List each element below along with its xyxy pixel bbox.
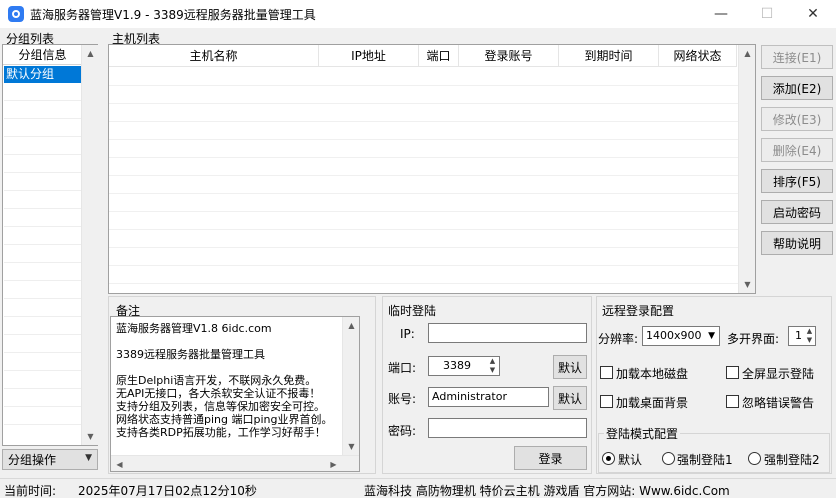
login-button[interactable]: 登录 [514, 446, 587, 470]
ignore-error-checkbox[interactable] [726, 395, 739, 408]
load-bg-checkbox[interactable] [600, 395, 613, 408]
close-button[interactable]: ✕ [790, 0, 836, 28]
mode-force2-label[interactable]: 强制登陆2 [764, 451, 820, 468]
host-table[interactable]: 主机名称 IP地址 端口 登录账号 到期时间 网络状态 ▲ ▼ [108, 44, 756, 294]
multi-window-label: 多开界面: [727, 332, 780, 346]
multi-window-spinner[interactable]: ▲ ▼ [804, 327, 815, 345]
password-label: 密码: [388, 424, 417, 438]
remote-config-label: 远程登录配置 [602, 304, 675, 318]
window-title: 蓝海服务器管理V1.9 - 3389远程服务器批量管理工具 [30, 8, 316, 22]
scroll-down-icon[interactable]: ▼ [82, 428, 99, 445]
boot-password-button[interactable]: 启动密码 [761, 200, 833, 224]
mode-default-radio[interactable] [602, 452, 615, 465]
account-input[interactable]: Administrator [428, 387, 549, 407]
mode-force2-radio[interactable] [748, 452, 761, 465]
scroll-up-icon[interactable]: ▲ [739, 45, 756, 62]
load-bg-label[interactable]: 加载桌面背景 [616, 394, 688, 411]
column-network-status[interactable]: 网络状态 [659, 45, 737, 67]
account-default-button[interactable]: 默认 [553, 386, 587, 410]
mode-default-label[interactable]: 默认 [618, 451, 642, 468]
chevron-down-icon: ▼ [85, 453, 92, 463]
note-line: 支持各类RDP拓展功能，工作学习好帮手！ [116, 426, 326, 439]
port-spinner[interactable]: ▲ ▼ [486, 357, 499, 375]
title-bar: 蓝海服务器管理V1.9 - 3389远程服务器批量管理工具 — ☐ ✕ [0, 0, 836, 28]
port-label: 端口: [388, 361, 417, 375]
resolution-label: 分辨率: [598, 332, 639, 346]
login-mode-label: 登陆模式配置 [604, 425, 681, 442]
fullscreen-checkbox[interactable] [726, 366, 739, 379]
group-list-scrollbar[interactable]: ▲ ▼ [81, 45, 98, 445]
port-default-button[interactable]: 默认 [553, 355, 587, 379]
scroll-down-icon[interactable]: ▼ [739, 276, 756, 293]
note-line: 3389远程服务器批量管理工具 [116, 348, 265, 361]
resolution-value: 1400x900 [646, 329, 702, 342]
notes-hscrollbar[interactable]: ◀ ▶ [111, 455, 359, 471]
column-account[interactable]: 登录账号 [459, 45, 559, 67]
app-logo-icon [8, 6, 24, 22]
ip-label: IP: [400, 327, 415, 341]
password-input[interactable] [428, 418, 587, 438]
current-time-value: 2025年07月17日02点12分10秒 [78, 484, 257, 498]
group-ops-dropdown[interactable]: 分组操作 ▼ [2, 449, 98, 470]
notes-textarea[interactable]: 蓝海服务器管理V1.8 6idc.com 3389远程服务器批量管理工具 原生D… [110, 316, 360, 472]
connect-button[interactable]: 连接(E1) [761, 45, 833, 69]
add-button[interactable]: 添加(E2) [761, 76, 833, 100]
column-host-name[interactable]: 主机名称 [109, 45, 319, 67]
scroll-left-icon[interactable]: ◀ [111, 456, 128, 472]
notes-scrollbar[interactable]: ▲ ▼ [342, 317, 359, 455]
sort-button[interactable]: 排序(F5) [761, 169, 833, 193]
ignore-error-label[interactable]: 忽略错误警告 [742, 394, 814, 411]
column-port[interactable]: 端口 [419, 45, 459, 67]
maximize-button[interactable]: ☐ [744, 0, 790, 28]
delete-button[interactable]: 删除(E4) [761, 138, 833, 162]
minimize-button[interactable]: — [698, 0, 744, 28]
column-ip[interactable]: IP地址 [319, 45, 419, 67]
group-column-header[interactable]: 分组信息 [3, 45, 83, 65]
account-label: 账号: [388, 392, 417, 406]
group-ops-label: 分组操作 [8, 453, 57, 467]
load-disk-label[interactable]: 加载本地磁盘 [616, 365, 688, 382]
ip-input[interactable] [428, 323, 587, 343]
scroll-right-icon[interactable]: ▶ [325, 456, 342, 472]
group-item-default[interactable]: 默认分组 [4, 66, 82, 83]
note-line: 蓝海服务器管理V1.8 6idc.com [116, 322, 272, 335]
edit-button[interactable]: 修改(E3) [761, 107, 833, 131]
status-bar: 当前时间: 2025年07月17日02点12分10秒 蓝海科技 高防物理机 特价… [0, 478, 836, 498]
scroll-up-icon[interactable]: ▲ [82, 45, 99, 62]
host-list-scrollbar[interactable]: ▲ ▼ [738, 45, 755, 293]
load-disk-checkbox[interactable] [600, 366, 613, 379]
promo-text: 蓝海科技 高防物理机 特价云主机 游戏盾 官方网站: Www.6idc.Com [364, 484, 730, 498]
chevron-down-icon: ▼ [708, 331, 715, 341]
column-expiry[interactable]: 到期时间 [559, 45, 659, 67]
resolution-select[interactable]: 1400x900 ▼ [642, 326, 720, 346]
scroll-up-icon[interactable]: ▲ [343, 317, 360, 334]
mode-force1-radio[interactable] [662, 452, 675, 465]
mode-force1-label[interactable]: 强制登陆1 [677, 451, 733, 468]
temp-login-label: 临时登陆 [388, 304, 437, 318]
current-time-label: 当前时间: [4, 484, 57, 498]
group-list[interactable]: 分组信息 默认分组 ▲ ▼ [2, 44, 98, 446]
scroll-down-icon[interactable]: ▼ [343, 438, 360, 455]
help-button[interactable]: 帮助说明 [761, 231, 833, 255]
fullscreen-label[interactable]: 全屏显示登陆 [742, 365, 814, 382]
